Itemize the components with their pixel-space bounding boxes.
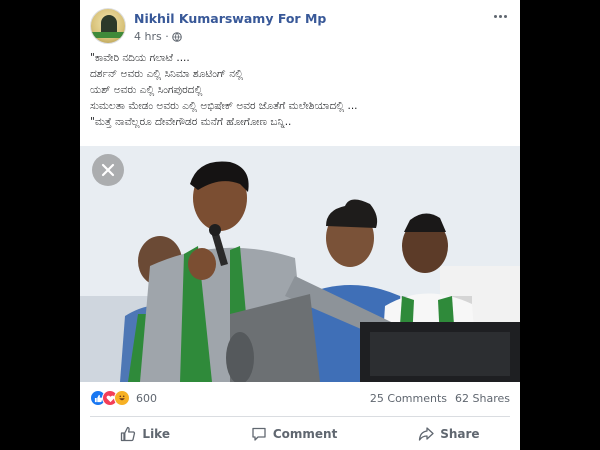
share-button[interactable]: Share bbox=[418, 426, 480, 442]
rally-photo bbox=[80, 146, 520, 382]
caption-line: ಸುಮಲತಾ ಮೇಡಂ ಅವರು ಎಲ್ಲಿ ಅಭಿಷೇಕ್ ಅವರ ಜೊತೆಗ… bbox=[90, 100, 358, 112]
caption-line: ಯಶ್ ಅವರು ಎಲ್ಲಿ ಸಿಂಗಪುರದಲ್ಲಿ bbox=[90, 84, 203, 96]
caption-line: "ಮತ್ತೆ ನಾವೆಲ್ಲರೂ ದೇವೇಗೌಡರ ಮನೆಗೆ ಹೋಗೋಣ ಬನ… bbox=[90, 116, 292, 128]
comment-button[interactable]: Comment bbox=[251, 426, 337, 442]
comments-count-link[interactable]: 25 Comments bbox=[370, 392, 447, 405]
share-label: Share bbox=[440, 427, 480, 441]
post-time[interactable]: 4 hrs · bbox=[134, 30, 169, 43]
reaction-summary[interactable]: 600 bbox=[90, 390, 157, 406]
page-avatar[interactable] bbox=[90, 8, 126, 44]
close-photo-button[interactable] bbox=[92, 154, 124, 186]
post-photo[interactable] bbox=[80, 146, 520, 382]
globe-icon bbox=[171, 31, 182, 42]
close-icon bbox=[101, 163, 115, 177]
actions-divider bbox=[90, 416, 510, 417]
haha-reaction-icon bbox=[114, 390, 130, 406]
caption-line: "ಕಾವೇರಿ ನದಿಯ ಗಲಾಟೆ .... bbox=[90, 52, 190, 64]
post-stats: 25 Comments 62 Shares bbox=[370, 392, 510, 405]
post-meta: 4 hrs · bbox=[134, 30, 182, 43]
post-caption: "ಕಾವೇರಿ ನದಿಯ ಗಲಾಟೆ .... ದರ್ಶನ್ ಅವರು ಎಲ್ಲ… bbox=[90, 50, 510, 130]
thumbs-up-icon bbox=[121, 426, 136, 442]
share-icon bbox=[419, 427, 434, 441]
like-label: Like bbox=[142, 427, 170, 441]
page-name-link[interactable]: Nikhil Kumarswamy For Mp bbox=[134, 11, 326, 26]
shares-count-link[interactable]: 62 Shares bbox=[455, 392, 510, 405]
caption-line: ದರ್ಶನ್ ಅವರು ಎಲ್ಲಿ ಸಿನಿಮಾ ಶೂಟಿಂಗ್ ನಲ್ಲಿ bbox=[90, 68, 244, 80]
facebook-post-card: Nikhil Kumarswamy For Mp 4 hrs · "ಕಾವೇರಿ… bbox=[80, 0, 520, 450]
comment-label: Comment bbox=[272, 427, 338, 441]
more-icon bbox=[493, 14, 497, 18]
more-options-button[interactable] bbox=[490, 8, 510, 24]
comment-icon bbox=[252, 427, 266, 441]
like-button[interactable]: Like bbox=[120, 426, 170, 442]
reaction-count: 600 bbox=[136, 391, 157, 405]
post-actions: Like Comment Share bbox=[80, 420, 520, 448]
